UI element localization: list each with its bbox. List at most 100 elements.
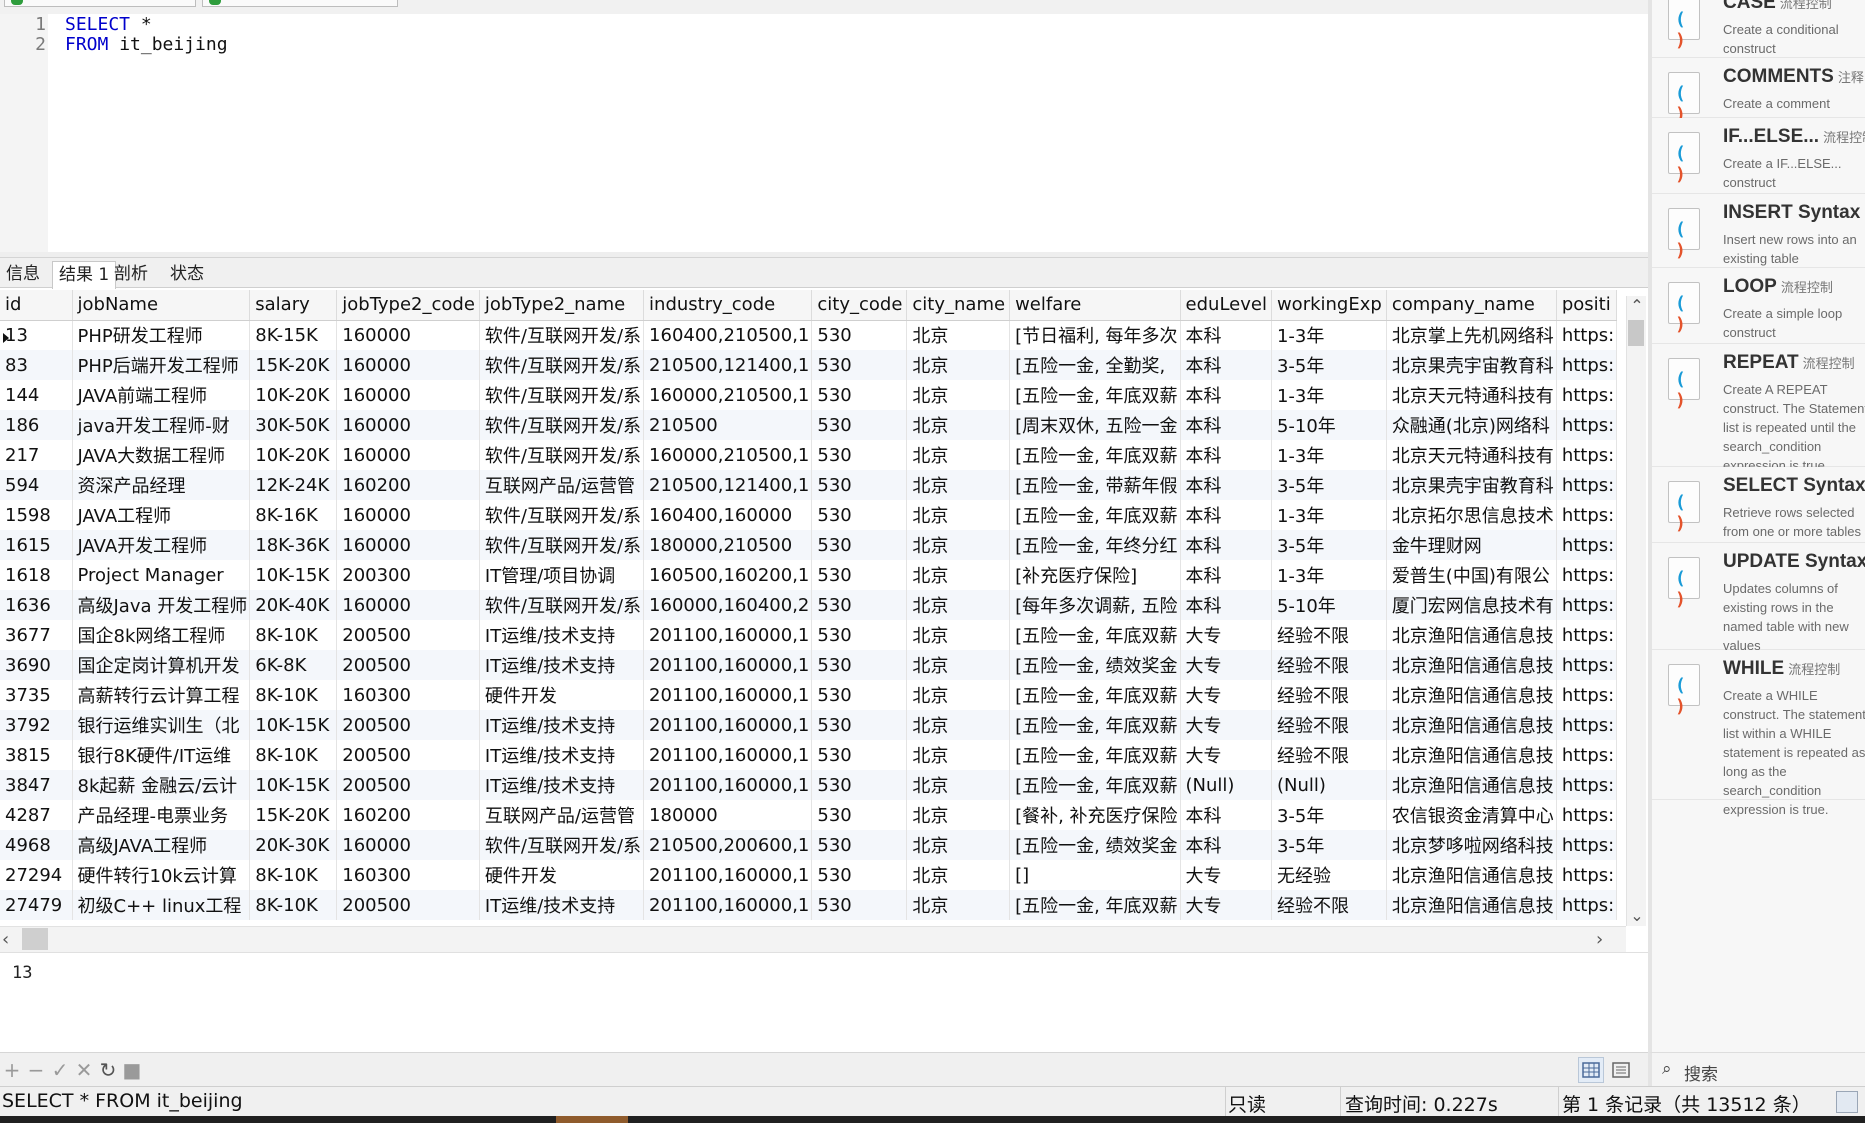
table-cell[interactable]: 北京渔阳信通信息技 <box>1386 680 1557 710</box>
table-cell[interactable]: 北京 <box>906 530 1011 560</box>
table-cell[interactable]: 北京渔阳信通信息技 <box>1386 890 1557 920</box>
table-cell[interactable]: 160400,210500,1 <box>643 320 813 350</box>
table-cell[interactable]: 互联网产品/运营管 <box>479 470 645 500</box>
scroll-up-icon[interactable]: ⌃ <box>1627 296 1647 316</box>
table-row[interactable]: 186 java开发工程师-财 30K-50K 160000 软件/互联网开发/系 210… <box>0 410 1618 440</box>
table-cell[interactable]: 530 <box>811 680 908 710</box>
table-cell[interactable]: 3-5年 <box>1271 350 1387 380</box>
table-cell[interactable]: PHP后端开发工程师 <box>72 350 251 380</box>
table-cell[interactable]: 1636 <box>0 590 73 620</box>
form-view-icon[interactable] <box>1608 1057 1634 1083</box>
table-cell[interactable]: [] <box>1009 860 1181 890</box>
column-header[interactable]: city_name <box>906 290 1011 321</box>
table-cell[interactable]: JAVA工程师 <box>72 500 251 530</box>
table-cell[interactable]: IT运维/技术支持 <box>479 740 645 770</box>
table-cell[interactable]: [五险一金, 年终分红 <box>1009 530 1181 560</box>
table-cell[interactable]: 4287 <box>0 800 73 830</box>
table-cell[interactable]: 160000 <box>336 440 480 470</box>
discard-icon[interactable]: ✕ <box>72 1058 96 1082</box>
scroll-right-icon[interactable]: › <box>1596 929 1603 950</box>
table-cell[interactable]: 8K-10K <box>249 740 338 770</box>
table-row[interactable]: 27294 硬件转行10k云计算 8K-10K 160300 硬件开发 201100,16… <box>0 860 1618 890</box>
table-cell[interactable]: https: <box>1556 320 1618 350</box>
grid-view-icon[interactable] <box>1578 1057 1604 1083</box>
snippet-item[interactable]: ( ) CASE 流程控制 Create a conditional construc… <box>1652 0 1865 58</box>
table-cell[interactable]: 北京果壳宇宙教育科 <box>1386 350 1557 380</box>
table-cell[interactable]: 530 <box>811 440 908 470</box>
tab-profile[interactable]: 剖析 <box>108 261 154 288</box>
column-header[interactable]: industry_code <box>643 290 813 321</box>
table-cell[interactable]: https: <box>1556 800 1618 830</box>
table-row[interactable]: 3735 高薪转行云计算工程 8K-10K 160300 硬件开发 201100,1600… <box>0 680 1618 710</box>
table-cell[interactable]: 北京 <box>906 620 1011 650</box>
table-cell[interactable]: 1-3年 <box>1271 500 1387 530</box>
table-cell[interactable]: 210500 <box>643 410 813 440</box>
table-cell[interactable]: 大专 <box>1180 740 1272 770</box>
table-cell[interactable]: 3677 <box>0 620 73 650</box>
table-cell[interactable]: 160000 <box>336 380 480 410</box>
table-cell[interactable]: IT运维/技术支持 <box>479 710 645 740</box>
table-cell[interactable]: 硬件转行10k云计算 <box>72 860 251 890</box>
table-cell[interactable]: 3690 <box>0 650 73 680</box>
table-cell[interactable]: 经验不限 <box>1271 890 1387 920</box>
table-cell[interactable]: https: <box>1556 530 1618 560</box>
table-cell[interactable]: 北京渔阳信通信息技 <box>1386 650 1557 680</box>
snippet-item[interactable]: ( ) REPEAT 流程控制 Create A REPEAT construct. … <box>1652 344 1865 473</box>
table-cell[interactable]: 201100,160000,1 <box>643 620 813 650</box>
table-cell[interactable]: 530 <box>811 740 908 770</box>
table-cell[interactable]: 27294 <box>0 860 73 890</box>
column-header[interactable]: jobName <box>72 290 251 321</box>
table-cell[interactable]: 3-5年 <box>1271 530 1387 560</box>
table-cell[interactable]: [五险一金, 年底双薪 <box>1009 380 1181 410</box>
table-cell[interactable]: 201100,160000,1 <box>643 770 813 800</box>
table-row[interactable]: 144 JAVA前端工程师 10K-20K 160000 软件/互联网开发/系 16000… <box>0 380 1618 410</box>
column-header[interactable]: eduLevel <box>1180 290 1272 321</box>
table-cell[interactable]: [五险一金, 年底双薪 <box>1009 710 1181 740</box>
table-cell[interactable]: 软件/互联网开发/系 <box>479 350 645 380</box>
table-cell[interactable]: 1-3年 <box>1271 320 1387 350</box>
table-row[interactable]: 3847 8k起薪 金融云/云计 10K-15K 200500 IT运维/技术支持 201… <box>0 770 1618 800</box>
remove-icon[interactable]: − <box>24 1058 48 1082</box>
table-cell[interactable]: https: <box>1556 770 1618 800</box>
table-cell[interactable]: 众融通(北京)网络科 <box>1386 410 1557 440</box>
table-row[interactable]: 83 PHP后端开发工程师 15K-20K 160000 软件/互联网开发/系 21050… <box>0 350 1618 380</box>
vertical-scrollbar[interactable]: ⌃ ⌄ <box>1626 296 1646 926</box>
column-header[interactable]: jobType2_name <box>479 290 645 321</box>
refresh-icon[interactable]: ↻ <box>96 1058 120 1082</box>
table-row[interactable]: 1615 JAVA开发工程师 18K-36K 160000 软件/互联网开发/系 1800… <box>0 530 1618 560</box>
table-cell[interactable]: 北京 <box>906 890 1011 920</box>
apply-icon[interactable]: ✓ <box>48 1058 72 1082</box>
code-line[interactable]: SELECT * <box>65 14 152 35</box>
table-cell[interactable]: https: <box>1556 560 1618 590</box>
table-cell[interactable]: 530 <box>811 470 908 500</box>
table-cell[interactable]: 18K-36K <box>249 530 338 560</box>
table-cell[interactable]: 530 <box>811 320 908 350</box>
table-cell[interactable]: 农信银资金清算中心 <box>1386 800 1557 830</box>
table-cell[interactable]: 10K-15K <box>249 710 338 740</box>
panel-toggle-icon[interactable] <box>1836 1091 1858 1113</box>
table-cell[interactable]: 160300 <box>336 680 480 710</box>
table-cell[interactable]: 594 <box>0 470 73 500</box>
table-row[interactable]: 13 PHP研发工程师 8K-15K 160000 软件/互联网开发/系 160400,2… <box>0 320 1618 350</box>
table-cell[interactable]: 20K-30K <box>249 830 338 860</box>
table-cell[interactable]: 软件/互联网开发/系 <box>479 590 645 620</box>
field-value-panel[interactable]: 13 <box>0 952 1648 1052</box>
table-cell[interactable]: 软件/互联网开发/系 <box>479 410 645 440</box>
table-cell[interactable]: 本科 <box>1180 560 1272 590</box>
stop-icon[interactable]: ■ <box>120 1058 144 1082</box>
table-cell[interactable]: 160000 <box>336 350 480 380</box>
table-row[interactable]: 594 资深产品经理 12K-24K 160200 互联网产品/运营管 210500,12… <box>0 470 1618 500</box>
table-row[interactable]: 1598 JAVA工程师 8K-16K 160000 软件/互联网开发/系 160400,… <box>0 500 1618 530</box>
query-tab[interactable] <box>202 0 398 7</box>
table-cell[interactable]: 本科 <box>1180 500 1272 530</box>
table-cell[interactable]: 北京天元特通科技有 <box>1386 380 1557 410</box>
snippet-item[interactable]: ( ) WHILE 流程控制 Create a WHILE construct. Th… <box>1652 650 1865 817</box>
table-cell[interactable]: 北京果壳宇宙教育科 <box>1386 470 1557 500</box>
table-cell[interactable]: https: <box>1556 860 1618 890</box>
table-cell[interactable]: 530 <box>811 770 908 800</box>
table-cell[interactable]: 软件/互联网开发/系 <box>479 440 645 470</box>
table-cell[interactable]: 硬件开发 <box>479 860 645 890</box>
table-cell[interactable]: 大专 <box>1180 890 1272 920</box>
table-row[interactable]: 3792 银行运维实训生（北 10K-15K 200500 IT运维/技术支持 20110… <box>0 710 1618 740</box>
snippet-item[interactable]: ( ) LOOP 流程控制 Create a simple loop construc… <box>1652 268 1865 344</box>
